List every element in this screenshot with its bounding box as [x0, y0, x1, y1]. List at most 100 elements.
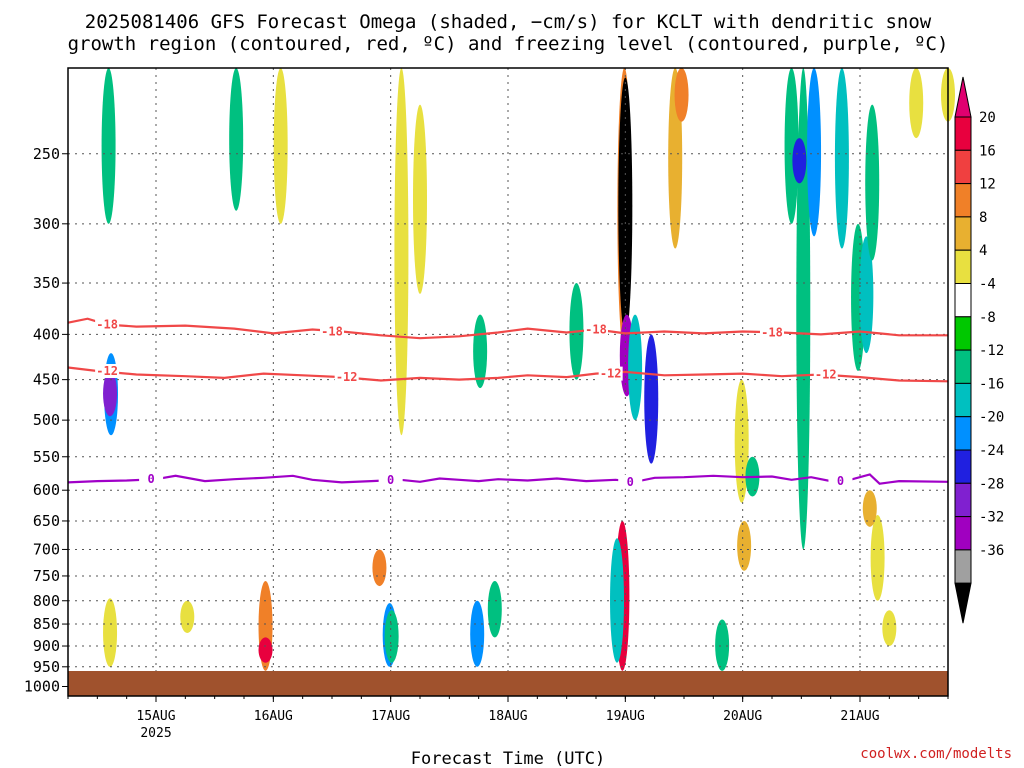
- contour-label: -18: [585, 323, 607, 337]
- contour-label: -18: [96, 318, 118, 332]
- contour-label: -12: [96, 364, 118, 378]
- colorbar-label: -8: [979, 310, 996, 326]
- omega-cell: [413, 104, 427, 294]
- x-tick-label: 21AUG: [840, 709, 879, 724]
- x-tick-label: 15AUG: [136, 709, 175, 724]
- colorbar-swatch: [954, 116, 972, 151]
- y-tick-label: 900: [33, 637, 60, 655]
- colorbar-label: 4: [979, 243, 987, 259]
- y-axis: 250 300 350 400 450 500 550 600 650 700 750 800 850 9…: [24, 145, 68, 696]
- colorbar-label: -36: [979, 543, 1004, 559]
- x-tick-label: 20AUG: [723, 709, 762, 724]
- omega-cell: [792, 138, 807, 184]
- y-tick-label: 300: [33, 215, 60, 233]
- colorbar-swatch: [954, 249, 972, 284]
- omega-cell: [473, 314, 488, 389]
- omega-cell: [715, 619, 730, 671]
- colorbar-swatch: [954, 482, 972, 518]
- contour-label: 0: [147, 472, 154, 486]
- omega-cell: [273, 68, 288, 224]
- colorbar-swatch: [954, 449, 972, 484]
- colorbar-label: 16: [979, 143, 996, 159]
- omega-cell: [470, 600, 485, 667]
- x-tick-label: 17AUG: [371, 709, 410, 724]
- y-tick-label: 850: [33, 615, 60, 633]
- credit-text: coolwx.com/modelts: [860, 746, 1012, 762]
- omega-cell: [487, 581, 502, 638]
- y-tick-label: 400: [33, 325, 60, 343]
- colorbar-label: 8: [979, 210, 987, 226]
- omega-cell: [882, 610, 897, 647]
- y-tick-label: 750: [33, 567, 60, 585]
- colorbar-swatch: [954, 516, 972, 551]
- colorbar: 20 16 12 8 4 -4 -8 -12 -16 -20 -24 -28 -32 -36: [954, 76, 1004, 624]
- colorbar-swatch: [954, 183, 972, 218]
- x-axis: 15AUG 2025 16AUG 17AUG 18AUG 19AUG 20AUG 21AUG: [67, 696, 949, 741]
- chart-title-line2: growth region (contoured, red, ºC) and f…: [68, 33, 949, 55]
- colorbar-label: -32: [979, 510, 1004, 526]
- omega-cell: [909, 68, 924, 139]
- omega-cell: [834, 68, 849, 249]
- y-tick-label: 500: [33, 411, 60, 429]
- colorbar-label: -24: [979, 443, 1004, 459]
- omega-cell: [674, 68, 689, 122]
- colorbar-label: 20: [979, 110, 996, 126]
- contour-label: -12: [600, 367, 622, 381]
- colorbar-swatch: [954, 349, 972, 384]
- colorbar-swatch: [954, 283, 972, 318]
- ground-below-surface: [68, 671, 948, 696]
- y-tick-label: 450: [33, 371, 60, 389]
- colorbar-label: 12: [979, 177, 996, 193]
- colorbar-label: -20: [979, 410, 1004, 426]
- y-tick-label: 700: [33, 540, 60, 558]
- colorbar-swatch: [954, 549, 972, 584]
- x-tick-label: 19AUG: [606, 709, 645, 724]
- colorbar-swatch: [954, 416, 972, 451]
- y-tick-label: 600: [33, 481, 60, 499]
- omega-cell: [865, 104, 880, 261]
- colorbar-label: -28: [979, 476, 1004, 492]
- contour-label: -12: [815, 367, 837, 381]
- omega-cell: [644, 334, 659, 464]
- colorbar-label: -4: [979, 277, 996, 293]
- y-tick-label: 950: [33, 658, 60, 676]
- omega-time-height-chart: 2025081406 GFS Forecast Omega (shaded, −…: [24, 11, 1012, 768]
- x-axis-title: Forecast Time (UTC): [411, 749, 605, 768]
- contour-label: 0: [837, 474, 844, 488]
- omega-cell: [870, 515, 885, 601]
- x-tick-label: 16AUG: [254, 709, 293, 724]
- colorbar-swatch: [954, 216, 972, 251]
- y-tick-label: 250: [33, 145, 60, 163]
- contour-label: -18: [761, 325, 783, 339]
- contour-label: -12: [336, 370, 358, 384]
- y-tick-label: 1000: [24, 678, 60, 696]
- y-tick-label: 350: [33, 274, 60, 292]
- y-tick-label: 550: [33, 448, 60, 466]
- omega-cell: [101, 68, 116, 224]
- omega-cell: [737, 520, 752, 571]
- colorbar-swatch: [954, 316, 972, 351]
- x-tick-label: 18AUG: [488, 709, 527, 724]
- colorbar-label: -12: [979, 343, 1004, 359]
- omega-cell: [628, 314, 643, 421]
- omega-cell: [229, 67, 244, 211]
- y-tick-label: 650: [33, 512, 60, 530]
- plot-area: -18 -18 -18 -18 -12 -12 -12 -12 0 0 0 0: [67, 67, 955, 697]
- colorbar-bottom-arrow: [954, 582, 972, 624]
- chart-title-line1: 2025081406 GFS Forecast Omega (shaded, −…: [85, 11, 932, 33]
- colorbar-swatch: [954, 149, 972, 185]
- colorbar-top-arrow: [954, 76, 972, 118]
- y-tick-label: 800: [33, 592, 60, 610]
- omega-cell: [372, 549, 387, 587]
- contour-label: -18: [321, 324, 343, 338]
- contour-label: 0: [627, 475, 634, 489]
- omega-cell: [618, 77, 633, 335]
- omega-cell: [180, 600, 195, 633]
- omega-cell: [103, 598, 118, 667]
- x-tick-sublabel: 2025: [140, 726, 171, 741]
- colorbar-label: -16: [979, 376, 1004, 392]
- omega-cell: [807, 67, 822, 237]
- contour-label: 0: [387, 473, 394, 487]
- omega-cell: [384, 610, 399, 663]
- colorbar-swatch: [954, 382, 972, 418]
